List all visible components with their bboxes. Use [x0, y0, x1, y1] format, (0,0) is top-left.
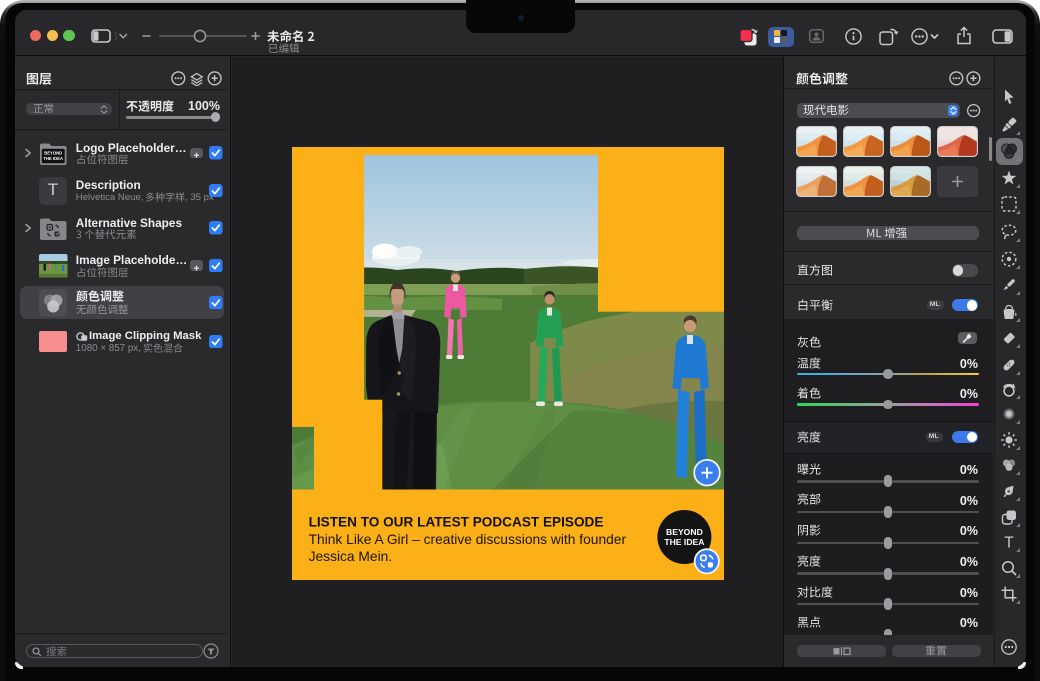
- svg-text:THE IDEA: THE IDEA: [43, 156, 63, 161]
- svg-text:BEYOND: BEYOND: [666, 526, 703, 536]
- svg-text:BEYOND: BEYOND: [44, 150, 62, 155]
- svg-text:Jessica Mein.: Jessica Mein.: [308, 549, 392, 564]
- svg-text:T: T: [1004, 534, 1014, 551]
- svg-text:THE IDEA: THE IDEA: [664, 536, 704, 546]
- svg-text:LISTEN TO OUR LATEST PODCAST E: LISTEN TO OUR LATEST PODCAST EPISODE: [308, 514, 603, 529]
- svg-text:Think Like A Girl – creative d: Think Like A Girl – creative discussions…: [308, 531, 626, 546]
